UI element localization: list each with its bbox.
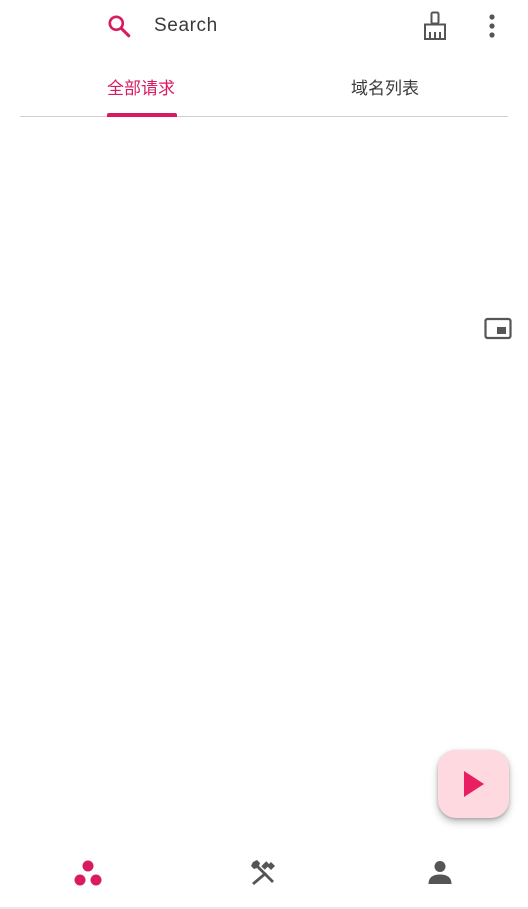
tools-icon	[251, 860, 275, 885]
bubbles-icon	[74, 860, 102, 886]
tab-bar: 全部请求 域名列表	[20, 60, 508, 117]
start-capture-button[interactable]	[438, 750, 509, 818]
nav-item-requests[interactable]	[0, 843, 176, 907]
app-window: 全部请求 域名列表	[0, 0, 528, 909]
tab-all-requests[interactable]: 全部请求	[107, 74, 175, 99]
more-vert-icon[interactable]	[482, 13, 502, 39]
search-input[interactable]	[154, 10, 384, 42]
tab-domain-list[interactable]: 域名列表	[351, 74, 419, 99]
nav-item-profile[interactable]	[352, 843, 528, 907]
bottom-navigation	[0, 843, 528, 909]
play-icon	[464, 771, 484, 797]
request-list	[0, 117, 528, 840]
person-icon	[428, 861, 452, 884]
search-icon[interactable]	[106, 13, 132, 39]
top-bar	[0, 0, 528, 52]
picture-in-picture-icon[interactable]	[484, 317, 512, 341]
nav-item-tools[interactable]	[176, 843, 352, 907]
broom-icon[interactable]	[421, 11, 449, 41]
